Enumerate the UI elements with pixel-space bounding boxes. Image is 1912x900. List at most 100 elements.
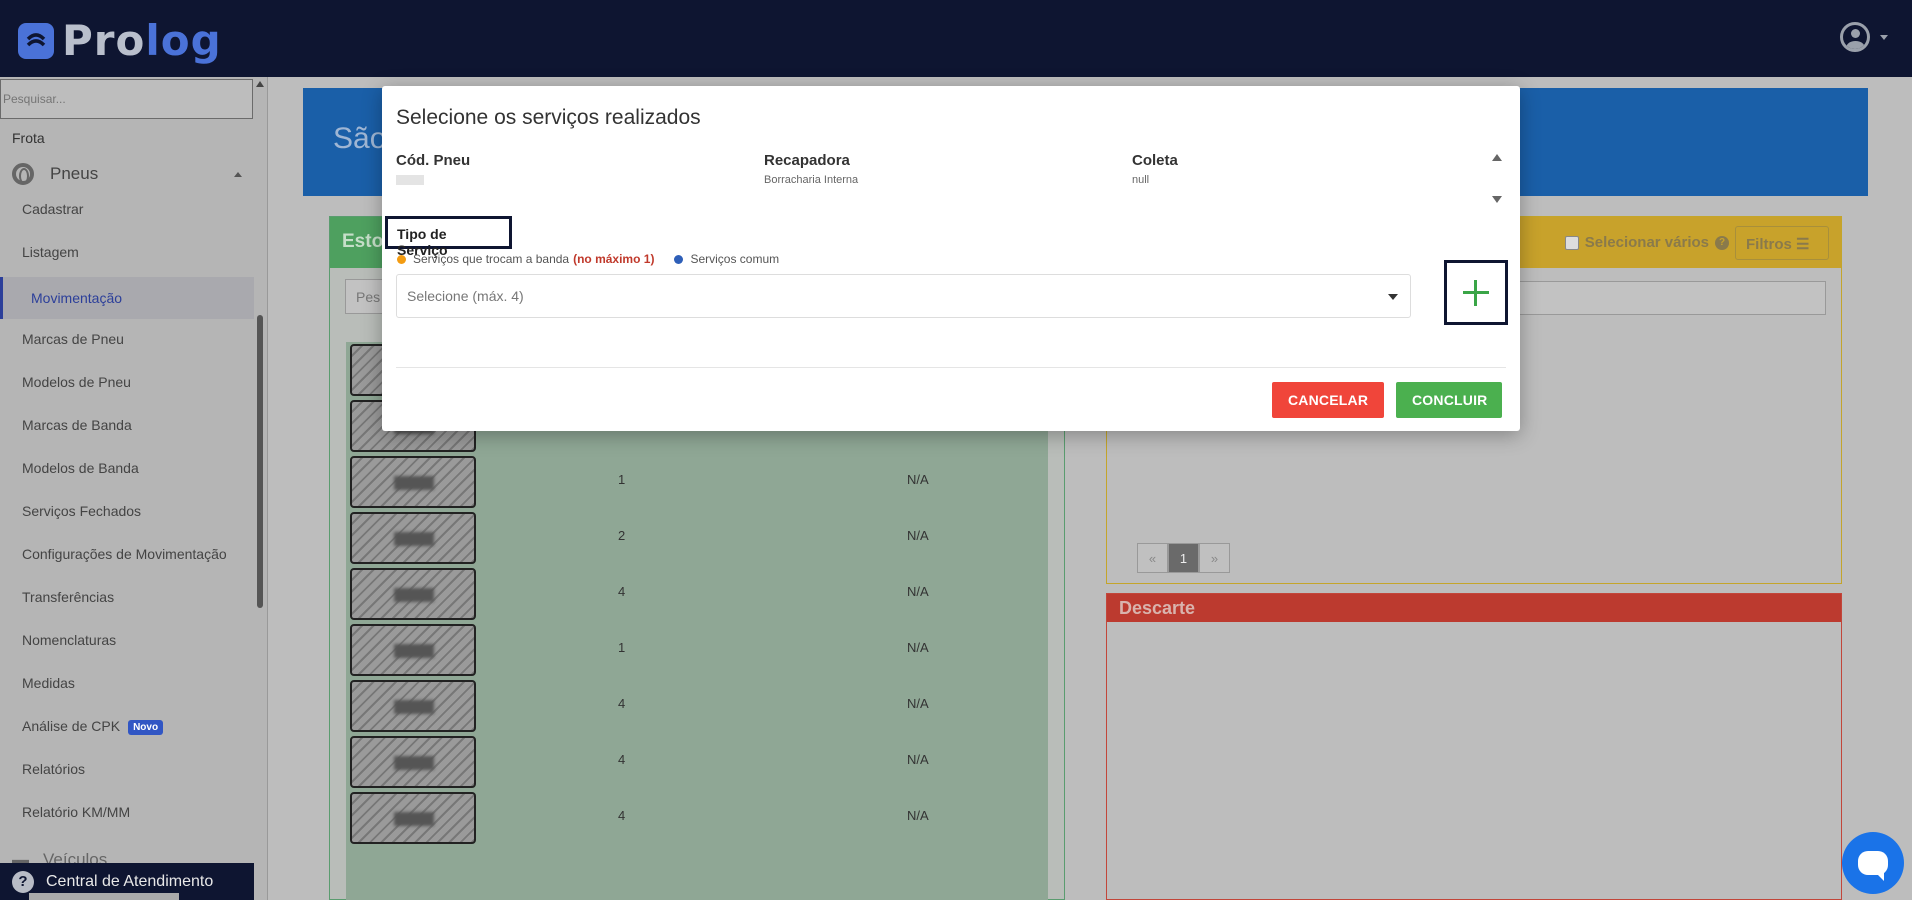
select-multiple-checkbox[interactable] bbox=[1564, 235, 1579, 250]
prolog-logo[interactable]: Prolog bbox=[18, 16, 222, 65]
logo-pro: Pro bbox=[62, 16, 146, 65]
sidebar-item-marcas-pneu[interactable]: Marcas de Pneu bbox=[22, 329, 124, 349]
top-bar: Prolog bbox=[0, 0, 1912, 77]
sidebar-item-servicos-fechados[interactable]: Serviços Fechados bbox=[22, 501, 141, 521]
table-row[interactable]: 4 N/A bbox=[346, 790, 1048, 846]
logo-log: log bbox=[145, 16, 222, 65]
sidebar-item-medidas[interactable]: Medidas bbox=[22, 673, 75, 693]
select-multiple-toggle[interactable]: Selecionar vários ? bbox=[1564, 234, 1729, 251]
row-value: N/A bbox=[907, 752, 929, 767]
row-value: N/A bbox=[907, 584, 929, 599]
tire-code bbox=[394, 812, 434, 826]
sidebar-group-label: Pneus bbox=[50, 164, 99, 183]
sidebar-item-nomenclaturas[interactable]: Nomenclaturas bbox=[22, 630, 116, 650]
sidebar-item-relatorio-km[interactable]: Relatório KM/MM bbox=[22, 802, 130, 822]
table-row[interactable]: 1 N/A bbox=[346, 454, 1048, 510]
row-quantity: 2 bbox=[618, 528, 626, 543]
add-service-button[interactable] bbox=[1444, 260, 1508, 325]
table-row[interactable]: 4 N/A bbox=[346, 734, 1048, 790]
info-value: null bbox=[1132, 174, 1150, 186]
info-column-tire-code: Cód. Pneu bbox=[396, 152, 470, 185]
service-select-placeholder: Selecione (máx. 4) bbox=[407, 288, 524, 304]
sidebar-search-input[interactable] bbox=[0, 79, 253, 119]
orange-dot-icon bbox=[397, 254, 406, 264]
sidebar-item-listagem[interactable]: Listagem bbox=[22, 242, 79, 262]
tire-code bbox=[394, 532, 434, 546]
tire-image[interactable] bbox=[350, 512, 476, 564]
tire-code-value bbox=[396, 175, 424, 185]
tire-image[interactable] bbox=[350, 680, 476, 732]
sidebar-section-frota: Frota bbox=[12, 130, 45, 146]
row-quantity: 4 bbox=[618, 752, 626, 767]
sidebar-item-movimentacao[interactable]: Movimentação bbox=[0, 277, 254, 319]
row-value: N/A bbox=[907, 808, 929, 823]
sidebar-item-relatorios[interactable]: Relatórios bbox=[22, 759, 85, 779]
row-quantity: 4 bbox=[618, 808, 626, 823]
pagination-prev[interactable]: « bbox=[1137, 543, 1168, 573]
scroll-up-icon[interactable] bbox=[256, 81, 264, 87]
sidebar-group-pneus[interactable]: Pneus bbox=[12, 163, 242, 185]
legend-band-services: Serviços que trocam a banda bbox=[413, 252, 570, 266]
chat-icon bbox=[1858, 851, 1888, 881]
sidebar-scrollbar[interactable] bbox=[255, 77, 265, 900]
tire-code bbox=[394, 756, 434, 770]
row-value: N/A bbox=[907, 472, 929, 487]
info-column-coleta: Coleta null bbox=[1132, 152, 1178, 186]
scrollbar-thumb[interactable] bbox=[257, 315, 263, 608]
new-badge: Novo bbox=[128, 719, 164, 735]
confirm-button[interactable]: CONCLUIR bbox=[1396, 382, 1502, 418]
sidebar-item-transferencias[interactable]: Transferências bbox=[22, 587, 114, 607]
sidebar-item-marcas-banda[interactable]: Marcas de Banda bbox=[22, 415, 132, 435]
info-label: Coleta bbox=[1132, 152, 1178, 169]
chevron-down-icon[interactable] bbox=[1880, 34, 1888, 40]
user-menu[interactable] bbox=[1840, 22, 1888, 52]
pagination-page[interactable]: 1 bbox=[1168, 543, 1199, 573]
modal-title: Selecione os serviços realizados bbox=[396, 106, 701, 129]
stock-pagination[interactable] bbox=[29, 893, 179, 900]
row-value: N/A bbox=[907, 640, 929, 655]
tire-image[interactable] bbox=[350, 456, 476, 508]
chevron-up-icon[interactable] bbox=[234, 171, 242, 177]
row-value: N/A bbox=[907, 696, 929, 711]
service-type-label: Tipo de Serviço bbox=[385, 216, 512, 258]
table-row[interactable]: 4 N/A bbox=[346, 678, 1048, 734]
scroll-up-icon[interactable] bbox=[1492, 154, 1502, 161]
sidebar-item-analise-cpk[interactable]: Análise de CPK Novo bbox=[22, 716, 164, 736]
sidebar-item-cadastrar[interactable]: Cadastrar bbox=[22, 199, 83, 219]
question-icon[interactable]: ? bbox=[1715, 235, 1729, 250]
tire-code bbox=[394, 476, 434, 490]
scroll-down-icon[interactable] bbox=[1492, 196, 1502, 203]
pagination-next[interactable]: » bbox=[1199, 543, 1230, 573]
discard-panel-title: Descarte bbox=[1107, 594, 1841, 622]
user-avatar-icon[interactable] bbox=[1840, 22, 1870, 52]
services-modal: Selecione os serviços realizados Cód. Pn… bbox=[382, 86, 1520, 431]
sidebar-item-config-movimentacao[interactable]: Configurações de Movimentação bbox=[22, 544, 227, 564]
divider bbox=[396, 367, 1506, 368]
tire-code bbox=[394, 700, 434, 714]
tire-code bbox=[394, 644, 434, 658]
tire-code bbox=[394, 588, 434, 602]
row-quantity: 1 bbox=[618, 472, 626, 487]
pagination: « 1 » bbox=[1137, 543, 1230, 573]
blue-dot-icon bbox=[674, 254, 684, 264]
plus-icon bbox=[1463, 279, 1489, 306]
sidebar-item-modelos-pneu[interactable]: Modelos de Pneu bbox=[22, 372, 131, 392]
table-row[interactable]: 2 N/A bbox=[346, 510, 1048, 566]
discard-panel: Descarte bbox=[1106, 593, 1842, 900]
chevron-down-icon[interactable] bbox=[1388, 294, 1398, 300]
tire-image[interactable] bbox=[350, 568, 476, 620]
page-title: São bbox=[333, 122, 387, 155]
tire-image[interactable] bbox=[350, 736, 476, 788]
row-quantity: 4 bbox=[618, 584, 626, 599]
table-row[interactable]: 1 N/A bbox=[346, 622, 1048, 678]
filters-button[interactable]: Filtros ☰ bbox=[1735, 226, 1829, 260]
sidebar-item-modelos-banda[interactable]: Modelos de Banda bbox=[22, 458, 139, 478]
cancel-button[interactable]: CANCELAR bbox=[1272, 382, 1384, 418]
info-label: Recapadora bbox=[764, 152, 850, 169]
service-select[interactable]: Selecione (máx. 4) bbox=[396, 274, 1411, 318]
info-value: Borracharia Interna bbox=[764, 174, 859, 186]
table-row[interactable]: 4 N/A bbox=[346, 566, 1048, 622]
tire-image[interactable] bbox=[350, 792, 476, 844]
tire-image[interactable] bbox=[350, 624, 476, 676]
chat-button[interactable] bbox=[1842, 832, 1904, 894]
